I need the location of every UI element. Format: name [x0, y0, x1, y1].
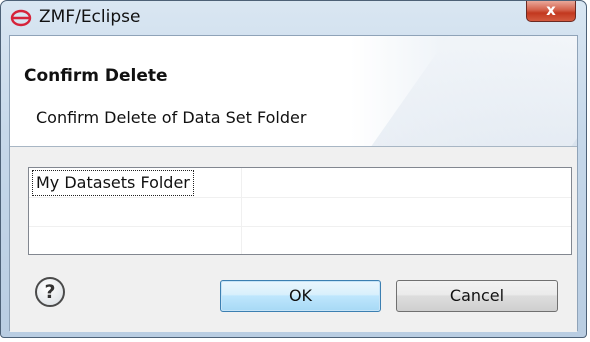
dialog-window: ZMF/Eclipse x Confirm Delete Confirm Del… [0, 0, 587, 338]
ok-button[interactable]: OK [220, 280, 381, 312]
dialog-heading: Confirm Delete [24, 66, 168, 86]
zmf-logo-icon [10, 9, 32, 27]
table-row[interactable]: My Datasets Folder [29, 168, 571, 198]
folder-name-cell[interactable]: My Datasets Folder [32, 170, 194, 196]
title-bar[interactable]: ZMF/Eclipse x [1, 1, 586, 35]
dialog-message: Confirm Delete of Data Set Folder [36, 108, 307, 127]
cancel-button[interactable]: Cancel [396, 280, 558, 312]
dialog-body: My Datasets Folder ? OK Cancel [10, 147, 577, 332]
column-separator [241, 168, 242, 254]
help-icon[interactable]: ? [35, 277, 65, 307]
close-button[interactable]: x [526, 1, 576, 22]
folder-table[interactable]: My Datasets Folder [28, 167, 572, 255]
banner-decoration [364, 36, 577, 146]
title-area: Confirm Delete Confirm Delete of Data Se… [10, 36, 577, 147]
window-title: ZMF/Eclipse [39, 7, 141, 27]
table-row[interactable] [29, 226, 571, 255]
dialog-content: Confirm Delete Confirm Delete of Data Se… [9, 35, 578, 332]
table-row[interactable] [29, 197, 571, 227]
